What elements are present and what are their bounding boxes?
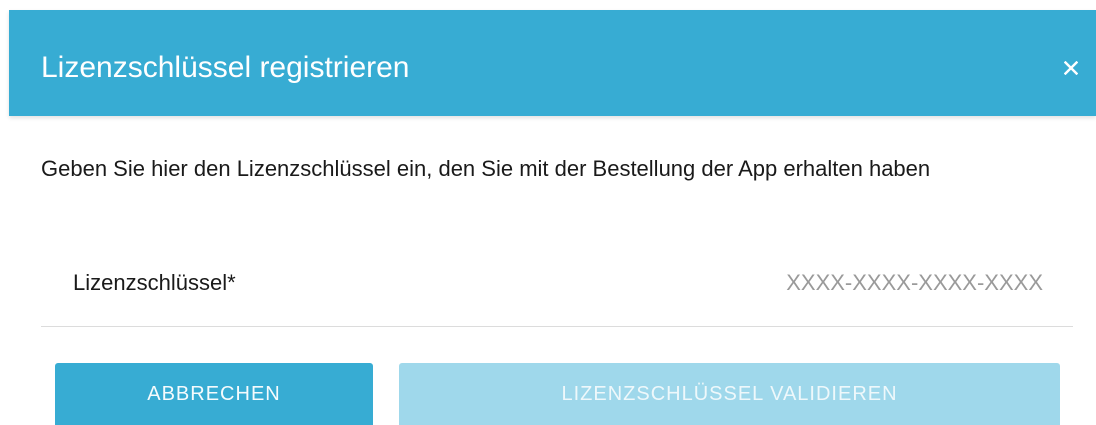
license-key-label: Lizenzschlüssel* — [73, 270, 236, 295]
license-dialog: Lizenzschlüssel registrieren Geben Sie h… — [0, 0, 1096, 425]
top-strip — [0, 0, 1096, 10]
dialog-header: Lizenzschlüssel registrieren — [9, 10, 1096, 116]
license-key-field-row: Lizenzschlüssel* — [41, 254, 1073, 327]
validate-license-button[interactable]: LIZENZSCHLÜSSEL VALIDIEREN — [399, 363, 1060, 425]
close-button[interactable] — [1046, 46, 1096, 90]
close-icon — [1064, 61, 1078, 75]
license-key-input[interactable] — [623, 266, 1043, 300]
cancel-button[interactable]: ABBRECHEN — [55, 363, 373, 425]
dialog-description: Geben Sie hier den Lizenzschlüssel ein, … — [41, 156, 931, 181]
dialog-title: Lizenzschlüssel registrieren — [41, 51, 410, 84]
